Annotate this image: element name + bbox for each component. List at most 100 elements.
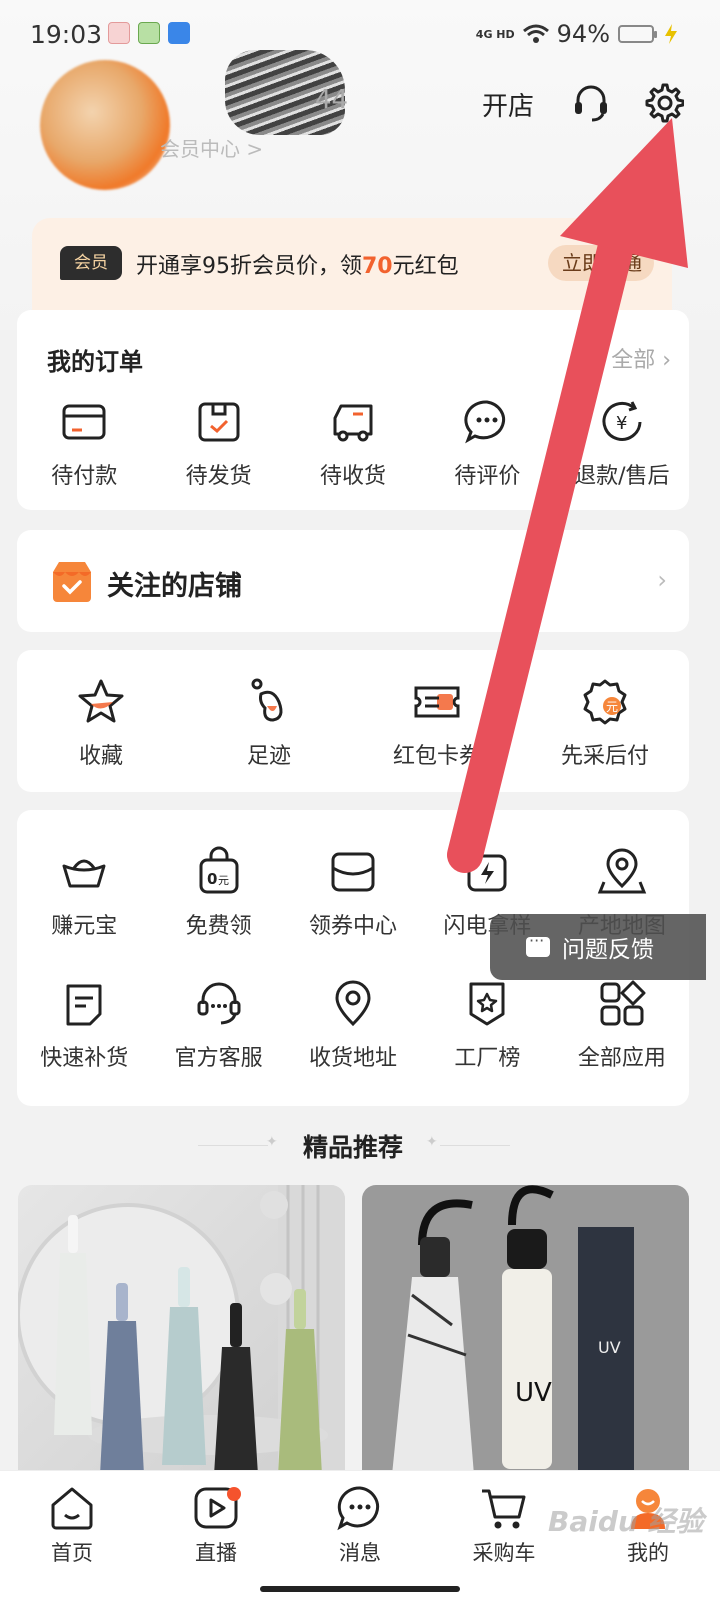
- orders-card: 我的订单 全部 › 待付款 待发货 待收货 待评价 ¥ 退款/售后: [17, 310, 689, 510]
- home-icon: [51, 1487, 93, 1530]
- battery-icon: [618, 25, 657, 43]
- product-label-uv: UV: [598, 1338, 621, 1357]
- order-item-pending-review[interactable]: 待评价: [420, 396, 554, 490]
- app-notification-icon: [138, 22, 160, 44]
- quick-item-coupons[interactable]: 红包卡券: [353, 676, 521, 770]
- orders-title: 我的订单: [47, 348, 143, 376]
- service-official-support[interactable]: 官方客服: [151, 978, 285, 1072]
- coupon-icon: [414, 686, 460, 718]
- settings-gear-icon[interactable]: [642, 82, 684, 124]
- lightning-sample-icon: [467, 854, 507, 892]
- comment-icon: [464, 400, 506, 444]
- svg-text:¥: ¥: [616, 413, 627, 434]
- product-image-uv-umbrella: [392, 1185, 634, 1475]
- product-card[interactable]: [362, 1185, 689, 1475]
- service-label: 工厂榜: [454, 1046, 521, 1071]
- restock-icon: [66, 984, 102, 1026]
- service-free-claim[interactable]: 0 元 免费领: [151, 846, 285, 940]
- wifi-icon: [522, 24, 549, 43]
- wallet-icon: [62, 404, 106, 440]
- svg-text:元: 元: [218, 874, 229, 887]
- recommend-title: 精品推荐: [302, 1133, 403, 1162]
- svg-text:0: 0: [207, 870, 217, 888]
- refund-icon: ¥: [602, 401, 642, 441]
- order-item-pending-shipment[interactable]: 待发货: [151, 396, 285, 490]
- vip-promo-text: 开通享95折会员价，领70元红包: [136, 248, 459, 280]
- tab-live[interactable]: 直播: [144, 1471, 288, 1600]
- footprint-icon: [251, 678, 283, 722]
- service-coupon-center[interactable]: 领券中心: [286, 846, 420, 940]
- followed-shops-title: 关注的店铺: [107, 571, 242, 602]
- order-item-label: 待发货: [185, 464, 252, 489]
- order-item-refund[interactable]: ¥ 退款/售后: [555, 396, 689, 490]
- service-shipping-address[interactable]: 收货地址: [286, 978, 420, 1072]
- quick-entries-row: 收藏 足迹 红包卡券 元 先采后付: [17, 676, 689, 770]
- order-item-label: 待评价: [454, 464, 521, 489]
- service-label: 全部应用: [577, 1046, 666, 1071]
- status-notification-icons: [108, 22, 190, 44]
- order-item-pending-payment[interactable]: 待付款: [17, 396, 151, 490]
- orders-row: 待付款 待发货 待收货 待评价 ¥ 退款/售后: [17, 396, 689, 490]
- free-bag-icon: 0 元: [199, 846, 239, 894]
- package-icon: [198, 402, 240, 442]
- pay-later-icon: 元: [583, 679, 627, 725]
- service-earn-ingot[interactable]: 赚元宝: [17, 846, 151, 940]
- tab-home[interactable]: 首页: [0, 1471, 144, 1600]
- order-item-label: 退款/售后: [574, 464, 670, 489]
- member-center-link[interactable]: 会员中心 >: [160, 133, 263, 162]
- profile-name[interactable]: 44: [315, 85, 348, 115]
- order-item-pending-receipt[interactable]: 待收货: [286, 396, 420, 490]
- shop-icon: [53, 562, 91, 602]
- customer-service-icon[interactable]: [570, 82, 612, 124]
- sparkle-icon: ✦: [426, 1134, 438, 1150]
- network-label: 4G HD: [475, 27, 515, 41]
- tab-label: 直播: [195, 1541, 237, 1565]
- status-bar: 19:03 4G HD 94%: [0, 0, 720, 66]
- feedback-floating-button[interactable]: 问题反馈: [490, 914, 706, 980]
- followed-shops-card[interactable]: 关注的店铺 ›: [17, 530, 689, 632]
- status-right: 4G HD 94%: [476, 20, 680, 48]
- tab-label: 采购车: [472, 1541, 536, 1565]
- svg-text:元: 元: [606, 700, 618, 714]
- factory-rank-icon: [469, 982, 505, 1026]
- vip-text-before: 开通享95折会员价，领: [136, 254, 362, 279]
- status-time: 19:03: [30, 20, 103, 49]
- service-factory-rank[interactable]: 工厂榜: [420, 978, 554, 1072]
- vip-text-after: 元红包: [392, 254, 459, 279]
- quick-item-favorites[interactable]: 收藏: [17, 676, 185, 770]
- service-quick-restock[interactable]: 快速补货: [17, 978, 151, 1072]
- open-store-link[interactable]: 开店: [482, 86, 534, 123]
- tab-messages[interactable]: 消息: [288, 1471, 432, 1600]
- quick-item-label: 红包卡券: [392, 744, 481, 769]
- tab-label: 我的: [627, 1541, 669, 1565]
- quick-item-pay-later[interactable]: 元 先采后付: [521, 676, 689, 770]
- apps-icon: [600, 980, 646, 1026]
- services-row-2: 快速补货 官方客服 收货地址 工厂榜 全部应用: [17, 978, 689, 1072]
- orders-view-all-link[interactable]: 全部 ›: [611, 342, 671, 374]
- quick-item-label: 收藏: [78, 744, 123, 769]
- service-label: 领券中心: [309, 914, 398, 939]
- quick-item-footprints[interactable]: 足迹: [185, 676, 353, 770]
- home-indicator: [260, 1586, 460, 1592]
- live-badge-dot: [227, 1487, 241, 1501]
- product-label-uv: UV: [515, 1378, 552, 1408]
- product-card[interactable]: [18, 1185, 345, 1475]
- map-pin-icon: [597, 848, 647, 894]
- app-notification-icon: [108, 22, 130, 44]
- order-item-label: 待付款: [51, 464, 118, 489]
- tab-label: 消息: [339, 1541, 381, 1565]
- charging-icon: [665, 24, 677, 44]
- cart-icon: [482, 1489, 526, 1529]
- vip-text-highlight: 70: [362, 254, 393, 279]
- product-image-umbrellas: [18, 1185, 345, 1475]
- battery-percent: 94%: [556, 20, 610, 48]
- chevron-right-icon: ›: [657, 566, 667, 594]
- vip-open-button[interactable]: 立即开通: [548, 245, 654, 281]
- quick-entries-card: 收藏 足迹 红包卡券 元 先采后付: [17, 650, 689, 792]
- vip-banner[interactable]: 会员 开通享95折会员价，领70元红包 立即开通: [32, 218, 672, 310]
- star-icon: [78, 679, 124, 723]
- vip-badge: 会员: [60, 246, 122, 280]
- service-all-apps[interactable]: 全部应用: [555, 978, 689, 1072]
- avatar[interactable]: [40, 60, 170, 190]
- order-item-label: 待收货: [320, 464, 387, 489]
